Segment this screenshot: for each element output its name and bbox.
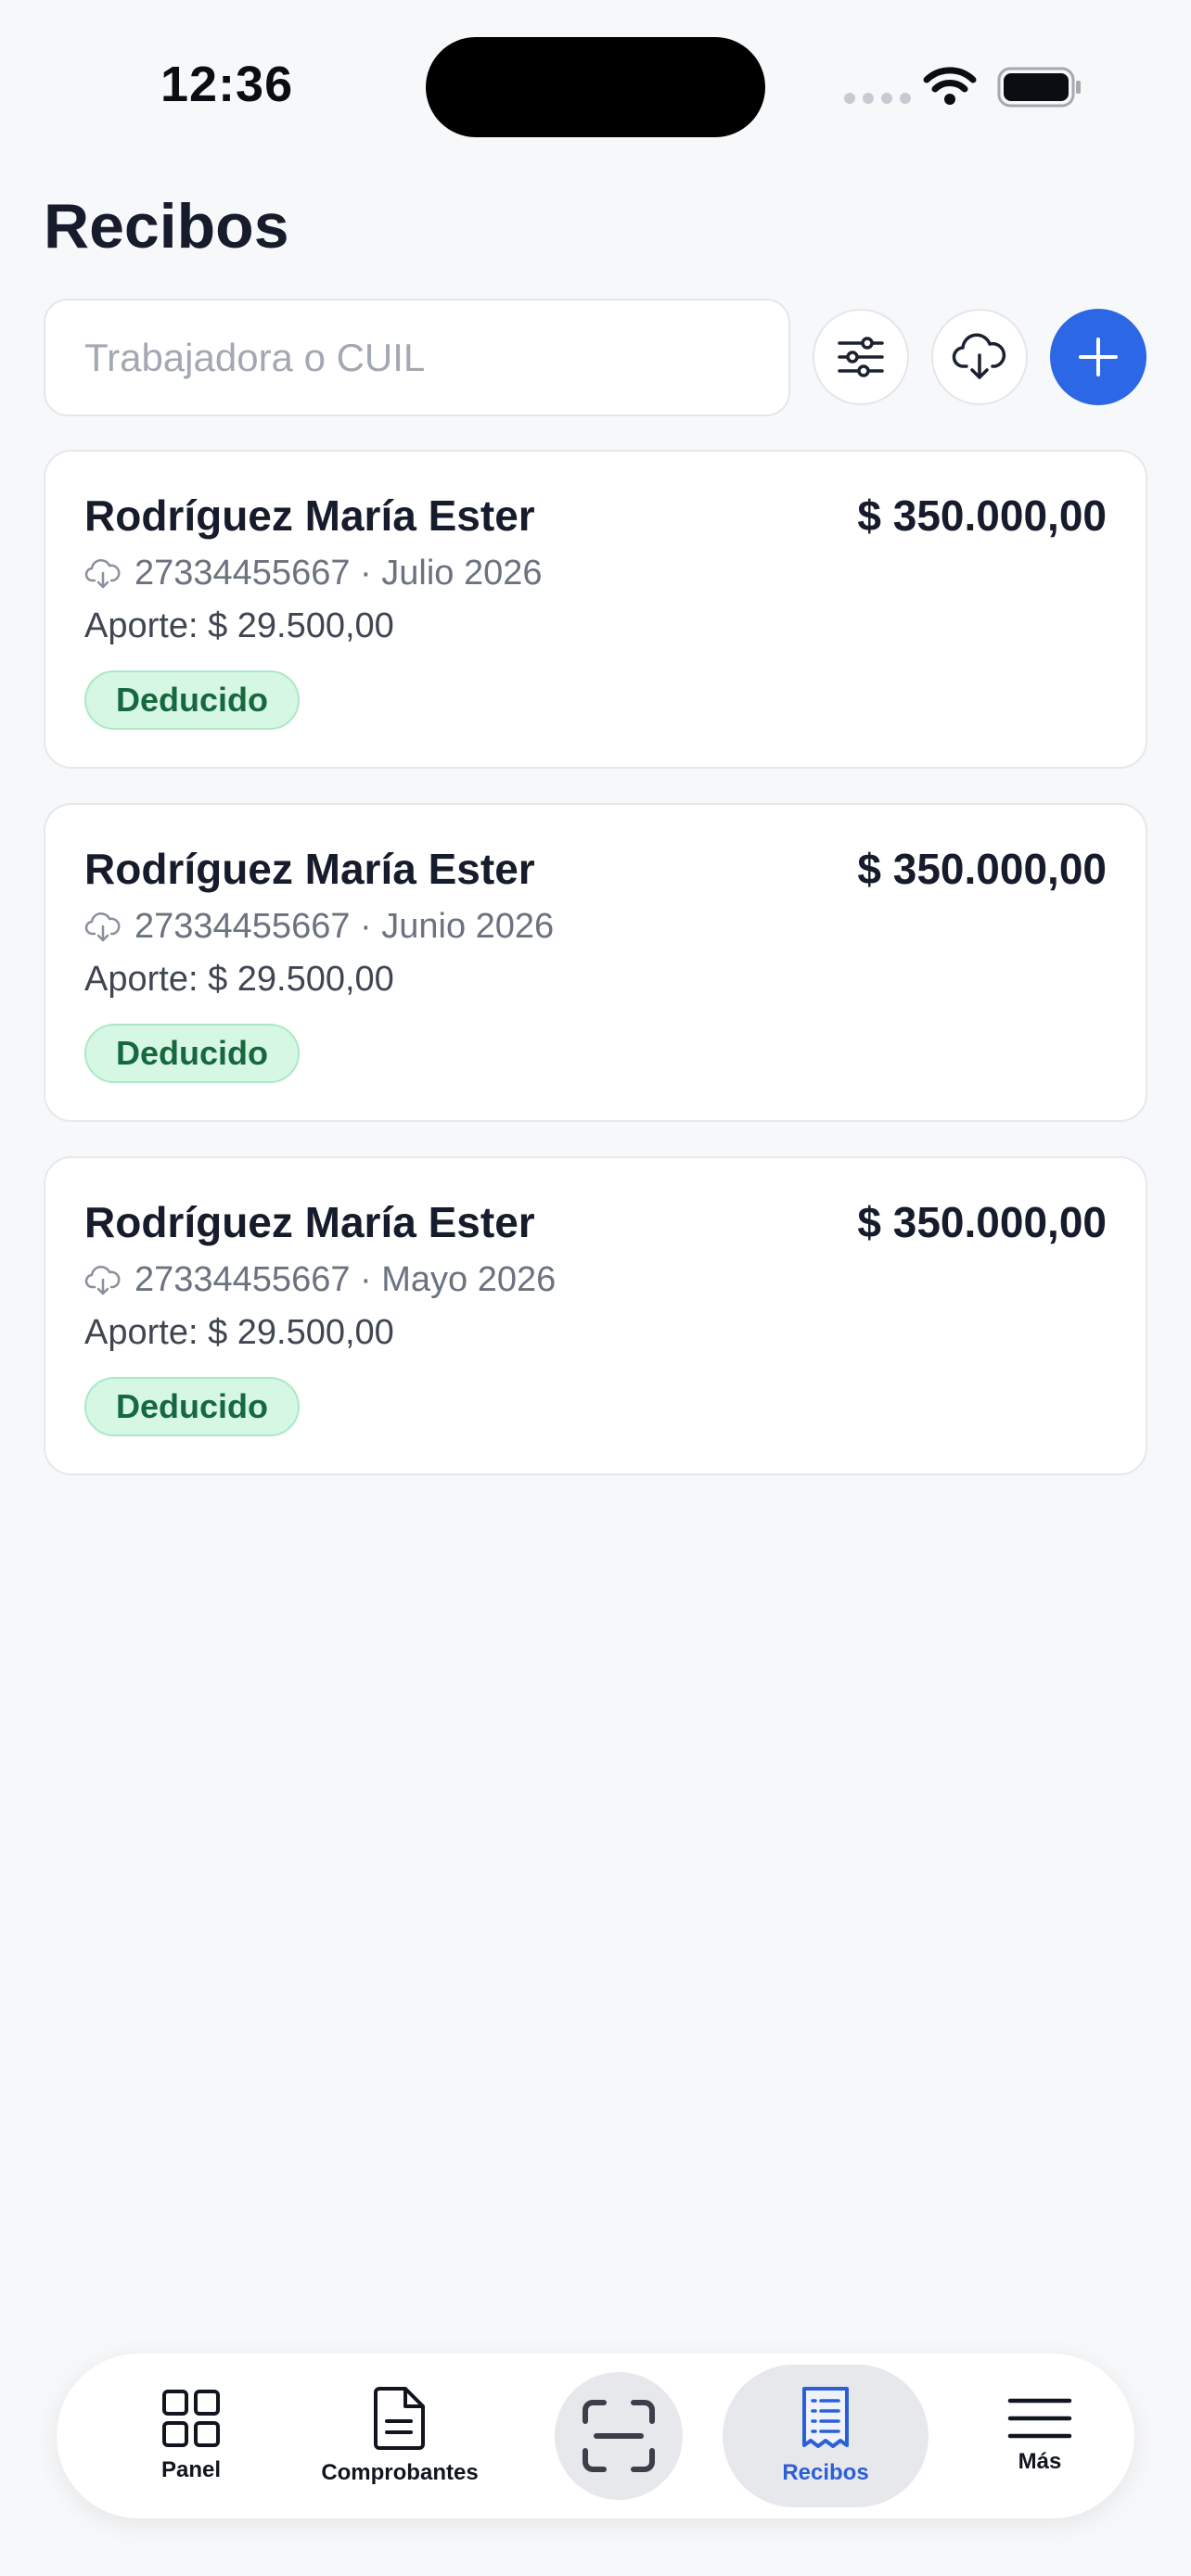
contribution-text: Aporte: $ 29.500,00 bbox=[84, 1313, 394, 1352]
nav-label: Comprobantes bbox=[321, 2460, 479, 2485]
nav-label: Panel bbox=[160, 2457, 222, 2482]
receipt-meta: 27334455667 · Mayo 2026 bbox=[84, 1260, 556, 1300]
status-badge: Deducido bbox=[84, 670, 301, 730]
worker-name: Rodríguez María Ester bbox=[84, 845, 535, 893]
receipt-card[interactable]: Rodríguez María Ester $ 350.000,00 27334… bbox=[44, 1156, 1147, 1475]
cloud-download-icon bbox=[84, 1265, 121, 1294]
battery-icon bbox=[997, 67, 1081, 108]
receipt-meta: 27334455667 · Julio 2026 bbox=[84, 554, 543, 593]
filter-button[interactable] bbox=[813, 309, 909, 405]
scan-button[interactable] bbox=[555, 2372, 683, 2500]
plus-icon bbox=[1079, 338, 1118, 376]
menu-icon bbox=[1007, 2398, 1072, 2439]
search-field[interactable] bbox=[44, 299, 790, 416]
cloud-download-icon bbox=[84, 558, 121, 588]
status-badge: Deducido bbox=[84, 1377, 301, 1436]
cloud-download-icon bbox=[952, 333, 1006, 379]
cuil-period: 27334455667 · Mayo 2026 bbox=[134, 1260, 557, 1299]
receipt-icon bbox=[802, 2387, 849, 2448]
search-input[interactable] bbox=[45, 300, 788, 414]
cuil-period: 27334455667 · Julio 2026 bbox=[134, 554, 543, 593]
grid-icon bbox=[162, 2390, 220, 2447]
receipt-card[interactable]: Rodríguez María Ester $ 350.000,00 27334… bbox=[44, 803, 1147, 1122]
cuil-period: 27334455667 · Junio 2026 bbox=[134, 907, 555, 946]
document-icon bbox=[374, 2387, 425, 2450]
nav-label: Más bbox=[1018, 2449, 1062, 2474]
contribution-text: Aporte: $ 29.500,00 bbox=[84, 606, 394, 645]
status-time: 12:36 bbox=[160, 57, 294, 112]
bottom-nav: Panel Comprobantes Recibos Más bbox=[57, 2353, 1134, 2519]
cloud-download-icon bbox=[84, 912, 121, 941]
cloud-download-button[interactable] bbox=[931, 309, 1028, 405]
cellular-signal-icon bbox=[844, 93, 911, 104]
dynamic-island bbox=[426, 37, 765, 137]
nav-item-comprobantes[interactable]: Comprobantes bbox=[293, 2353, 506, 2519]
receipt-meta: 27334455667 · Junio 2026 bbox=[84, 907, 554, 947]
wifi-icon bbox=[923, 67, 977, 105]
page-title: Recibos bbox=[44, 191, 289, 261]
worker-name: Rodríguez María Ester bbox=[84, 491, 535, 540]
status-badge: Deducido bbox=[84, 1024, 301, 1083]
nav-item-panel[interactable]: Panel bbox=[131, 2353, 251, 2519]
receipt-amount: $ 350.000,00 bbox=[857, 491, 1107, 540]
receipt-card[interactable]: Rodríguez María Ester $ 350.000,00 27334… bbox=[44, 450, 1147, 769]
sliders-icon bbox=[838, 337, 884, 377]
scan-icon bbox=[583, 2400, 655, 2472]
nav-item-recibos[interactable]: Recibos bbox=[723, 2365, 928, 2507]
nav-label: Recibos bbox=[782, 2460, 869, 2485]
status-bar: 12:36 bbox=[0, 0, 1191, 139]
add-receipt-button[interactable] bbox=[1050, 309, 1146, 405]
contribution-text: Aporte: $ 29.500,00 bbox=[84, 960, 394, 999]
nav-item-mas[interactable]: Más bbox=[984, 2353, 1095, 2519]
worker-name: Rodríguez María Ester bbox=[84, 1198, 535, 1246]
receipt-amount: $ 350.000,00 bbox=[857, 1198, 1107, 1246]
receipt-amount: $ 350.000,00 bbox=[857, 845, 1107, 893]
